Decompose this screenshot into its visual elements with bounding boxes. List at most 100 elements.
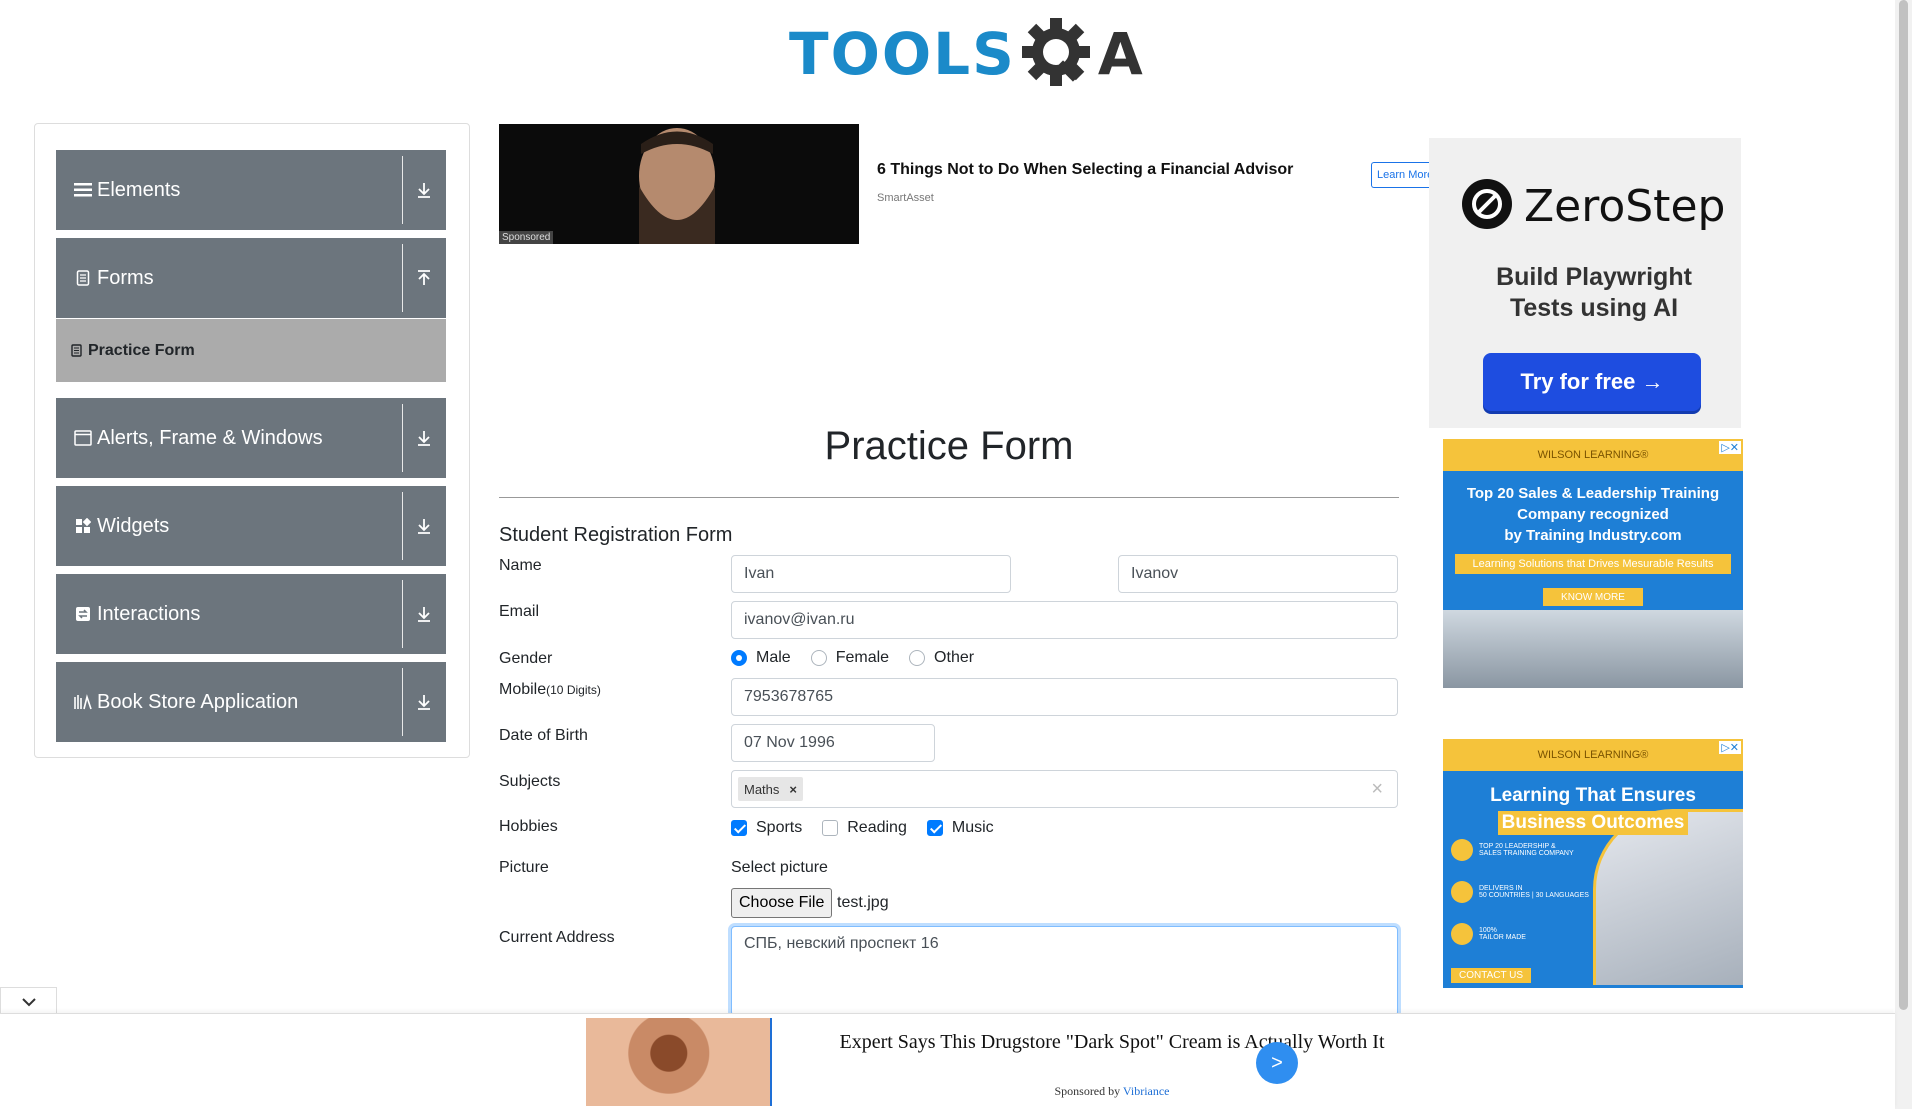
ad-photo [1443,610,1743,688]
download-arrow-icon[interactable] [410,574,438,654]
sidebar-group-label: Forms [97,266,154,289]
mobile-label-text: Mobile [499,681,547,698]
headline-line: Company recognized [1517,506,1669,523]
sidebar-group-forms[interactable]: Forms [56,238,446,318]
bullet-line: DELIVERS IN [1479,885,1523,892]
divider [402,492,403,560]
ad-title[interactable]: 6 Things Not to Do When Selecting a Fina… [877,161,1293,179]
bottom-ad-image[interactable] [586,1018,772,1106]
sponsor-prefix: Sponsored by [1054,1084,1123,1098]
dob-label: Date of Birth [499,727,588,744]
mobile-hint: (10 Digits) [546,683,601,697]
current-address-label: Current Address [499,929,615,946]
gear-icon [1018,14,1098,94]
gender-male-radio[interactable] [731,650,747,666]
chip-remove-icon[interactable]: × [789,782,797,797]
zerostep-logo: ZeroStep [1460,177,1725,236]
download-arrow-icon[interactable] [410,150,438,230]
download-arrow-icon[interactable] [410,662,438,742]
sidebar-group-label: Elements [97,178,181,201]
ad-choices-icon[interactable]: ▷✕ [1719,441,1741,454]
ad-headline: Top 20 Sales & Leadership Training Compa… [1443,471,1743,546]
checkbox-label[interactable]: Reading [847,819,907,837]
upload-arrow-icon[interactable] [410,238,438,318]
document-icon [71,344,82,357]
checkbox-label[interactable]: Sports [756,819,802,837]
email-input[interactable]: ivanov@ivan.ru [731,601,1398,639]
globe-icon [1451,881,1473,903]
current-address-textarea[interactable]: СПБ, невский проспект 16 [731,926,1398,1016]
ad-photo [1593,809,1743,985]
ad-image[interactable]: Sponsored [499,124,859,244]
radio-label[interactable]: Female [836,649,889,667]
headline-line: Learning That Ensures [1490,785,1696,806]
toolsqa-logo[interactable]: TOOLS A [789,14,1143,94]
date-of-birth-input[interactable]: 07 Nov 1996 [731,724,935,762]
gender-female-radio[interactable] [810,650,827,666]
ad-choices-icon[interactable]: ▷✕ [1719,741,1741,754]
email-label: Email [499,603,540,620]
sidebar-group-label: Widgets [97,514,170,537]
sponsor-name[interactable]: Vibriance [1123,1084,1170,1098]
contact-us-button[interactable]: CONTACT US [1451,968,1532,983]
scrollbar[interactable] [1895,0,1912,1109]
download-arrow-icon[interactable] [410,398,438,478]
wilson-learning-ad-2[interactable]: WILSON LEARNING® ▷✕ Learning That Ensure… [1443,739,1743,988]
sidebar: Elements Forms Practice Form Alerts, Fra… [34,123,470,758]
checkbox-label[interactable]: Music [952,819,994,837]
scrollbar-thumb[interactable] [1899,0,1908,1010]
logo-text: TOOLS [789,20,1016,88]
bottom-ad-title[interactable]: Expert Says This Drugstore "Dark Spot" C… [790,1030,1434,1055]
sidebar-item-practice-form[interactable]: Practice Form [56,319,446,382]
gender-radio-group: Male Female Other [731,649,994,667]
ad-banner: Learning Solutions that Drives Mesurable… [1455,554,1731,574]
mobile-input[interactable]: 7953678765 [731,678,1398,716]
page-title: Practice Form [824,424,1074,468]
hobby-reading-checkbox[interactable] [822,820,839,836]
award-icon [1451,839,1473,861]
wilson-learning-ad-1[interactable]: WILSON LEARNING® ▷✕ Top 20 Sales & Leade… [1443,439,1743,688]
gender-label: Gender [499,650,553,667]
know-more-button[interactable]: KNOW MORE [1543,588,1643,606]
download-arrow-icon[interactable] [410,486,438,566]
sponsored-label: Sponsored [499,231,554,244]
divider [402,156,403,224]
hobby-music-checkbox[interactable] [926,820,943,836]
headline-line: Top 20 Sales & Leadership Training [1466,485,1720,502]
divider [402,580,403,648]
divider [402,404,403,472]
sidebar-group-book-store[interactable]: Book Store Application [56,662,446,742]
file-name: test.jpg [837,894,889,911]
sidebar-group-label: Book Store Application [97,690,299,713]
bullet-line: 50 COUNTRIES | 30 LANGUAGES [1479,892,1589,899]
clear-icon[interactable]: × [1371,778,1391,801]
zerostep-brand: ZeroStep [1524,181,1726,232]
headline-highlight: Business Outcomes [1497,811,1689,835]
first-name-input[interactable]: Ivan [731,555,1011,593]
try-for-free-button[interactable]: Try for free → [1483,353,1701,411]
last-name-input[interactable]: Ivanov [1118,555,1398,593]
chevron-down-icon [21,994,37,1012]
zerostep-tagline: Build Playwright Tests using AI [1429,262,1759,324]
sidebar-group-widgets[interactable]: Widgets [56,486,446,566]
choose-file-button[interactable]: Choose File [731,888,833,918]
hobby-sports-checkbox[interactable] [731,820,747,836]
sidebar-group-label: Alerts, Frame & Windows [97,426,323,449]
ad-headline: Learning That Ensures Business Outcomes [1443,771,1743,835]
ad-learn-more-button[interactable]: Learn More [1371,162,1431,188]
select-picture-label: Select picture [731,859,828,876]
gender-other-radio[interactable] [909,650,926,666]
sidebar-group-alerts[interactable]: Alerts, Frame & Windows [56,398,446,478]
window-icon [73,430,93,446]
sidebar-item-label: Practice Form [88,341,195,359]
bottom-ad-go-button[interactable]: > [1256,1042,1298,1084]
logo-text-a: A [1097,20,1143,88]
radio-label[interactable]: Other [934,649,974,667]
sidebar-group-label: Interactions [97,602,201,625]
ad-bullet: DELIVERS IN 50 COUNTRIES | 30 LANGUAGES [1451,881,1591,903]
mobile-label: Mobile(10 Digits) [499,681,601,699]
subjects-input[interactable]: Maths × × [731,770,1398,808]
sidebar-group-interactions[interactable]: Interactions [56,574,446,654]
radio-label[interactable]: Male [756,649,791,667]
sidebar-group-elements[interactable]: Elements [56,150,446,230]
